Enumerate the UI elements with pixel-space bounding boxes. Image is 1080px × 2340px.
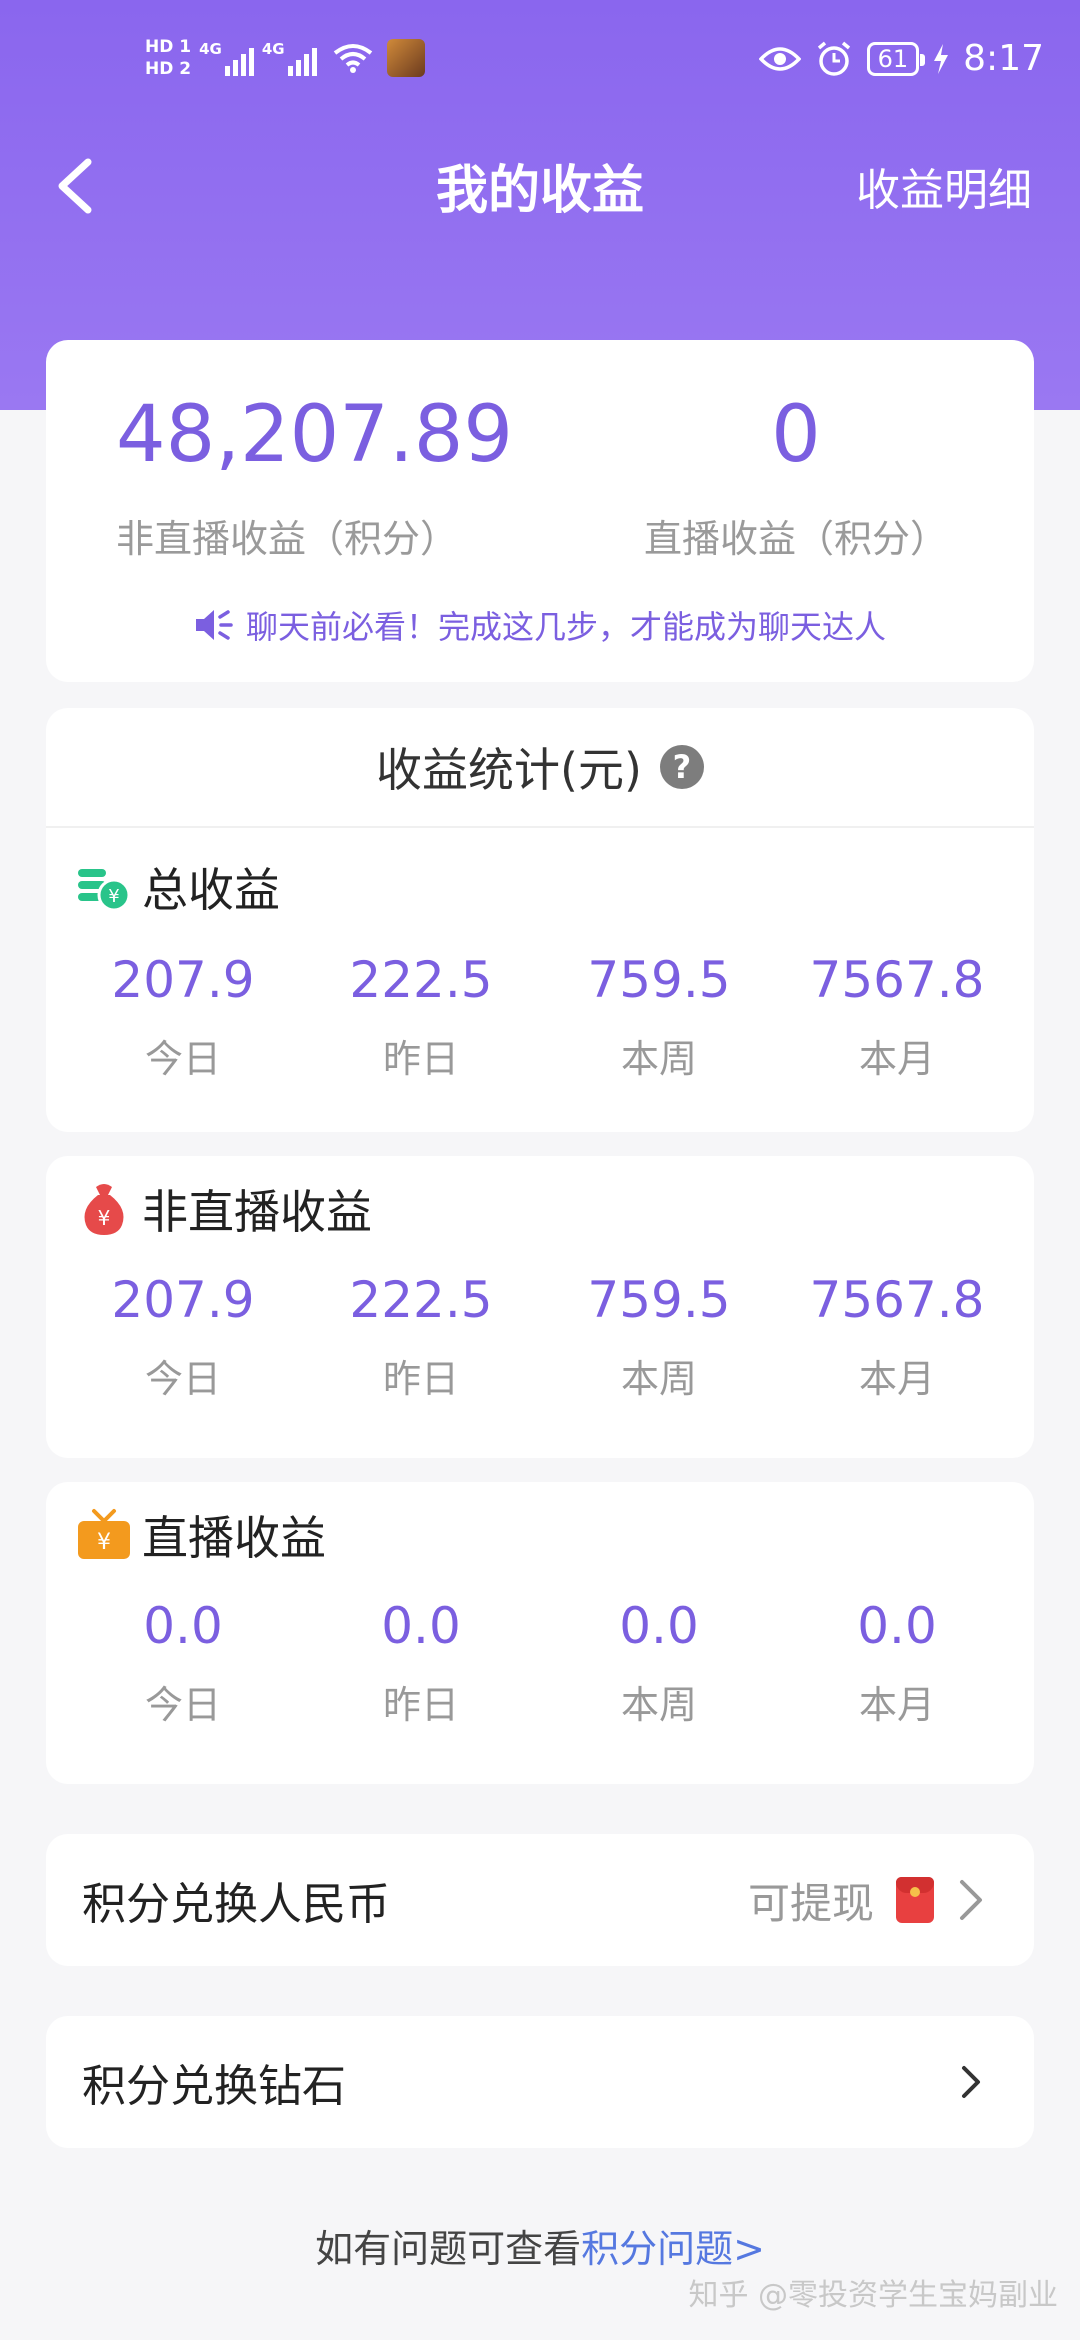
tv-icon: ¥ (78, 1509, 130, 1559)
stat-value: 222.5 (349, 951, 493, 1009)
section-title: 总收益 (142, 863, 280, 917)
stat-yesterday: 222.5 昨日 (306, 950, 536, 1083)
exchange-diamond-row[interactable]: 积分兑换钻石 (46, 2016, 1034, 2148)
stat-value: 207.9 (111, 951, 255, 1009)
live-earnings-header: ¥ 直播收益 (46, 1502, 1034, 1568)
stat-this-week: 759.5 本周 (544, 950, 774, 1083)
earnings-detail-link[interactable]: 收益明细 (856, 154, 1032, 218)
stat-label: 本月 (858, 1357, 935, 1401)
stat-label: 本周 (620, 1037, 697, 1081)
stat-label: 本月 (858, 1037, 935, 1081)
footer-text: 如有问题可查看 (315, 2227, 582, 2271)
hd-indicators: HD 1 HD 2 (145, 36, 191, 80)
stat-label: 本周 (620, 1683, 697, 1727)
stat-this-week: 0.0 本周 (544, 1596, 774, 1729)
hd1-label: HD 1 (145, 37, 192, 57)
stat-label: 今日 (144, 1037, 221, 1081)
stat-label: 本周 (620, 1357, 697, 1401)
exchange-diamond-title: 积分兑换钻石 (82, 2061, 346, 2112)
total-earnings-header: ¥ 总收益 (46, 854, 1034, 920)
signal-icon-2: 4G (262, 40, 317, 76)
section-title: 直播收益 (142, 1511, 326, 1565)
stat-label: 今日 (144, 1683, 221, 1727)
exchange-rmb-title: 积分兑换人民币 (82, 1879, 390, 1930)
total-earnings-card: 收益统计(元) ? ¥ 总收益 207.9 今日 222.5 昨日 759.5 本周 … (46, 708, 1034, 1132)
live-summary: 0 直播收益（积分） (596, 390, 996, 563)
stat-today: 207.9 今日 (68, 1270, 298, 1403)
alarm-icon (817, 41, 850, 76)
stat-value: 0.0 (381, 1597, 461, 1655)
non-live-earnings-header: ¥ 非直播收益 (46, 1176, 1034, 1242)
chevron-right-icon (962, 2066, 980, 2098)
speaker-icon (195, 610, 233, 640)
stat-label: 本月 (858, 1683, 935, 1727)
svg-text:¥: ¥ (97, 1530, 111, 1555)
hd2-label: HD 2 (145, 59, 192, 79)
money-bag-icon: ¥ (84, 1184, 124, 1235)
non-live-points-value: 48,207.89 (116, 390, 513, 480)
stat-this-month: 7567.8 本月 (782, 1270, 1012, 1403)
withdrawable-label: 可提现 (747, 1878, 874, 1928)
stat-value: 0.0 (857, 1597, 937, 1655)
live-points-value: 0 (771, 390, 821, 480)
chevron-right-icon (960, 1880, 982, 1920)
non-live-earnings-card: ¥ 非直播收益 207.9 今日 222.5 昨日 759.5 本周 7567.8 本月 (46, 1156, 1034, 1458)
stat-yesterday: 0.0 昨日 (306, 1596, 536, 1729)
stat-value: 759.5 (587, 1271, 731, 1329)
stat-this-week: 759.5 本周 (544, 1270, 774, 1403)
stat-label: 今日 (144, 1357, 221, 1401)
stat-yesterday: 222.5 昨日 (306, 1270, 536, 1403)
app-notification-icon (386, 39, 425, 77)
points-faq-link[interactable]: 积分问题> (581, 2227, 765, 2271)
wifi-icon (333, 44, 372, 73)
battery-icon: 61 (866, 41, 925, 76)
live-earnings-card: ¥ 直播收益 0.0 今日 0.0 昨日 0.0 本周 0.0 本月 (46, 1482, 1034, 1784)
stat-this-month: 7567.8 本月 (782, 950, 1012, 1083)
stat-value: 0.0 (143, 1597, 223, 1655)
eye-icon (758, 46, 801, 71)
stat-value: 0.0 (619, 1597, 699, 1655)
live-points-label: 直播收益（积分） (643, 517, 948, 561)
stat-label: 昨日 (382, 1037, 459, 1081)
status-right: 61 8:17 (758, 38, 1044, 79)
clock: 8:17 (963, 38, 1044, 79)
stat-today: 0.0 今日 (68, 1596, 298, 1729)
exchange-rmb-right: 可提现 (748, 1870, 986, 1931)
non-live-points-label: 非直播收益（积分） (116, 517, 459, 561)
footer-help: 如有问题可查看积分问题> (0, 2218, 1080, 2273)
stat-value: 7567.8 (809, 1271, 985, 1329)
stat-value: 7567.8 (809, 951, 985, 1009)
non-live-summary: 48,207.89 非直播收益（积分） (116, 390, 513, 563)
stat-this-month: 0.0 本月 (782, 1596, 1012, 1729)
chat-notice[interactable]: 聊天前必看！完成这几步，才能成为聊天达人 (46, 602, 1034, 648)
status-bar: HD 1 HD 2 4G 4G 61 8:17 (0, 0, 1080, 130)
live-earnings-grid: 0.0 今日 0.0 昨日 0.0 本周 0.0 本月 (46, 1596, 1034, 1729)
svg-text:¥: ¥ (98, 1206, 111, 1230)
charging-icon (934, 43, 949, 74)
stat-value: 759.5 (587, 951, 731, 1009)
svg-text:¥: ¥ (108, 886, 119, 907)
stats-title: 收益统计(元) (376, 743, 642, 797)
total-earnings-grid: 207.9 今日 222.5 昨日 759.5 本周 7567.8 本月 (46, 950, 1034, 1083)
stat-today: 207.9 今日 (68, 950, 298, 1083)
coins-icon: ¥ (78, 869, 131, 912)
notice-text: 聊天前必看！完成这几步，才能成为聊天达人 (245, 608, 886, 646)
signal-icon: 4G (199, 40, 254, 76)
navigation-bar: 我的收益 收益明细 (0, 130, 1080, 240)
red-packet-icon (896, 1877, 934, 1923)
exchange-rmb-row[interactable]: 积分兑换人民币 可提现 (46, 1834, 1034, 1966)
status-left: HD 1 HD 2 4G 4G (145, 36, 425, 80)
help-icon[interactable]: ? (659, 745, 704, 789)
stat-value: 222.5 (349, 1271, 493, 1329)
stat-value: 207.9 (111, 1271, 255, 1329)
stat-label: 昨日 (382, 1357, 459, 1401)
non-live-earnings-grid: 207.9 今日 222.5 昨日 759.5 本周 7567.8 本月 (46, 1270, 1034, 1403)
summary-card: 48,207.89 非直播收益（积分） 0 直播收益（积分） 聊天前必看！完成这… (46, 340, 1034, 682)
stat-label: 昨日 (382, 1683, 459, 1727)
stats-header: 收益统计(元) ? (46, 708, 1034, 828)
watermark: 知乎 @零投资学生宝妈副业 (688, 2278, 1058, 2313)
section-title: 非直播收益 (142, 1185, 372, 1239)
